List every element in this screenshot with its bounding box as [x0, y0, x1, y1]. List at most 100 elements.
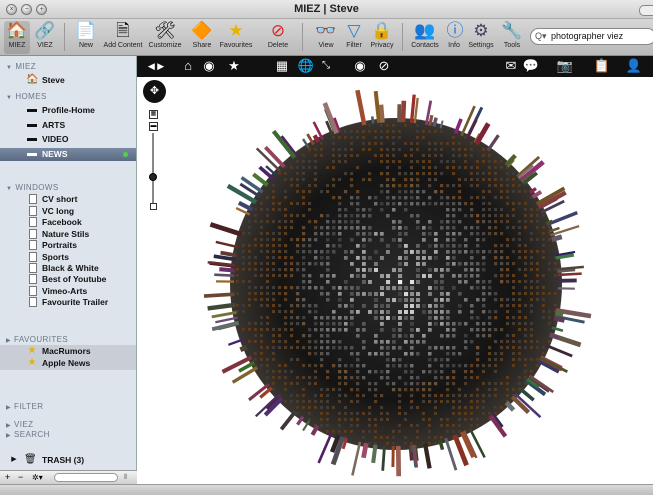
toolbar-info-button[interactable]: ⓘ Info [444, 21, 464, 49]
sidebar-search-input[interactable] [54, 473, 118, 482]
sphere-tile [368, 178, 372, 182]
globe-icon[interactable]: 🌐 [297, 58, 315, 74]
toolbar-delete-button[interactable]: ⊘ Delete [264, 21, 292, 49]
sphere-tile [398, 430, 401, 433]
sidebar-section-homes[interactable]: ▼ HOMES [6, 92, 47, 101]
sphere-tile [494, 214, 498, 218]
toolbar-miez-button[interactable]: 🏠 MIEZ [4, 21, 30, 54]
sphere-tile [302, 268, 306, 272]
sphere-tile [344, 316, 348, 320]
home-icon[interactable]: ⌂ [179, 58, 197, 74]
sphere-tile [278, 220, 281, 223]
zoom-slider-knob[interactable] [149, 173, 157, 181]
sphere-tile [422, 388, 426, 392]
sphere-tile [470, 286, 474, 290]
chat-icon[interactable]: 💬 [522, 58, 540, 74]
sphere-tile [386, 178, 390, 182]
sidebar-item-trash[interactable]: ▶ 🗑 TRASH (3) [0, 454, 136, 467]
sphere-tile [464, 370, 468, 374]
sphere-tile [266, 322, 269, 325]
sphere-spike [214, 273, 235, 278]
mail-icon[interactable]: ✉ [502, 58, 520, 74]
sidebar-item-news[interactable]: ▬ NEWS [0, 148, 136, 161]
zoom-grid-icon[interactable]: ▦ [149, 110, 158, 119]
add-button[interactable]: + [5, 471, 10, 484]
toolbar-contacts-button[interactable]: 👥 Contacts [408, 21, 442, 49]
remove-button[interactable]: − [18, 471, 23, 484]
desk-icon: ▬ [27, 119, 37, 130]
record-icon[interactable]: ◉ [200, 58, 218, 74]
sphere-tile [482, 334, 486, 338]
sidebar-section-windows[interactable]: ▼ WINDOWS [6, 183, 59, 192]
sphere-tile [422, 262, 426, 266]
clipboard-icon[interactable]: 📋 [593, 58, 611, 74]
compass-icon[interactable]: ⊘ [375, 58, 393, 74]
toolbar-toggle-button[interactable] [639, 5, 653, 16]
content-canvas[interactable]: ✥ ▦ ▬ [137, 77, 653, 484]
media-sphere[interactable] [195, 85, 597, 483]
toolbar-filter-button[interactable]: ▽ Filter [342, 21, 366, 49]
toolbar-privacy-button[interactable]: 🔒 Privacy [368, 21, 396, 49]
resize-handle-icon[interactable]: ⦀ [124, 471, 127, 484]
zoom-slider-track[interactable] [152, 133, 154, 205]
search-input[interactable]: photographer viez [551, 31, 623, 41]
sphere-tile [392, 286, 397, 291]
sphere-tile [542, 316, 545, 319]
sphere-tile [524, 316, 528, 320]
sphere-tile [416, 142, 419, 145]
prev-next-icon[interactable]: ◀ ▶ [145, 58, 167, 74]
sidebar-section-favourites[interactable]: ▶ FAVOURITES [6, 335, 68, 344]
sphere-tile [350, 142, 353, 145]
sphere-tile [464, 154, 467, 157]
toolbar-tools-button[interactable]: 🔧 Tools [500, 21, 524, 49]
search-field[interactable]: Q▾ photographer viez [530, 28, 653, 45]
sphere-tile [416, 190, 420, 194]
camera-icon[interactable]: 📷 [556, 58, 574, 74]
toolbar-settings-button[interactable]: ⚙ Settings [466, 21, 496, 49]
sidebar-section-miez[interactable]: ▼ MIEZ [6, 62, 36, 71]
sidebar-item-apple-news[interactable]: ★ Apple News [0, 357, 136, 370]
sidebar-item-video[interactable]: ▬ VIDEO [0, 133, 136, 146]
sidebar-section-filter[interactable]: ▶ FILTER [6, 402, 43, 411]
sphere-tile [248, 298, 251, 301]
toolbar-share-button[interactable]: 🔶 Share [189, 21, 215, 49]
sphere-tile [440, 268, 444, 272]
user-icon[interactable]: 👤 [625, 58, 643, 74]
navigation-pad-icon[interactable]: ✥ [143, 80, 166, 103]
grid-icon[interactable]: ▦ [273, 58, 291, 74]
sidebar-item-arts[interactable]: ▬ ARTS [0, 119, 136, 132]
sidebar-section-viez[interactable]: ▶ VIEZ [6, 420, 33, 429]
toolbar-favourites-button[interactable]: ★ Favourites [216, 21, 256, 49]
expand-icon[interactable]: ⤡ [317, 58, 335, 74]
sphere-tile [422, 238, 426, 242]
sphere-tile [512, 292, 516, 296]
sphere-tile [296, 346, 300, 350]
sphere-tile [446, 298, 450, 302]
zoom-single-icon[interactable]: ▬ [149, 122, 158, 131]
zoom-out-icon[interactable] [150, 203, 157, 210]
sphere-tile [272, 238, 276, 242]
sphere-tile [362, 250, 366, 254]
sidebar-item-steve[interactable]: 🏠 Steve [0, 74, 136, 87]
toolbar-new-button[interactable]: 📄 New [72, 21, 100, 49]
toolbar-add-content-button[interactable]: 🗎 Add Content [101, 21, 145, 49]
toolbar-viez-button[interactable]: 🔗 VIEZ [32, 21, 58, 49]
sphere-tile [356, 328, 360, 332]
sidebar-item-favourite-trailer[interactable]: Favourite Trailer [0, 296, 136, 309]
sidebar-item-profile-home[interactable]: ▬ Profile-Home [0, 104, 136, 117]
gear-menu-button[interactable]: ✲▾ [32, 471, 43, 484]
sidebar-section-search[interactable]: ▶ SEARCH [6, 430, 50, 439]
sphere-tile [434, 154, 437, 157]
sphere-spike [413, 97, 419, 124]
toolbar-customize-button[interactable]: 🛠 Customize [147, 21, 183, 49]
toolbar-view-button[interactable]: 👓 View [314, 21, 338, 49]
sphere-tile [488, 310, 492, 314]
eye-icon[interactable]: ◉ [351, 58, 369, 74]
sphere-tile [440, 244, 444, 248]
tools-icon: 🛠 [154, 21, 176, 40]
star-icon[interactable]: ★ [225, 58, 243, 74]
sphere-tile [458, 406, 461, 409]
sphere-tile [368, 124, 371, 127]
sphere-tile [386, 130, 389, 133]
sphere-tile [296, 286, 300, 290]
